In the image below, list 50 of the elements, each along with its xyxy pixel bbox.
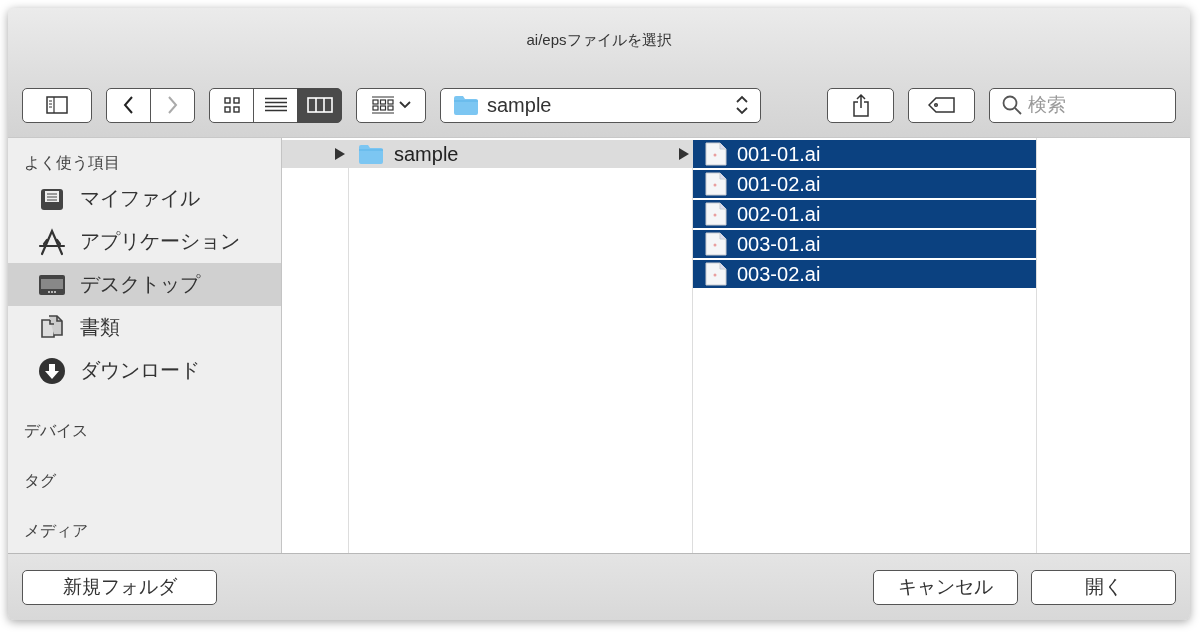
cancel-button[interactable]: キャンセル (873, 569, 1018, 605)
tag-button[interactable] (908, 87, 975, 123)
search-icon (1002, 95, 1022, 115)
share-button[interactable] (827, 87, 894, 123)
folder-icon (453, 95, 479, 115)
file-row[interactable]: 003-02.ai (693, 260, 1036, 288)
columns-view-button[interactable] (297, 87, 342, 123)
chevron-down-icon (399, 101, 411, 109)
sidebar-section-header: デバイス (23, 421, 89, 441)
sidebar-section-header: よく使う項目 (23, 153, 121, 173)
arrange-button[interactable] (356, 87, 426, 123)
file-row[interactable]: 002-01.ai (693, 200, 1036, 228)
updown-chevron-icon (736, 94, 748, 116)
folder-icon (358, 144, 384, 164)
file-row[interactable]: 001-02.ai (693, 170, 1036, 198)
arrange-icon (371, 96, 395, 114)
document-icon (705, 202, 727, 226)
download-icon (38, 356, 66, 385)
pencil-ruler-icon (38, 227, 66, 256)
file-row[interactable]: 003-01.ai (693, 230, 1036, 258)
back-button[interactable] (106, 87, 151, 123)
display-icon (38, 272, 66, 297)
sidebar-item[interactable]: 書類 (8, 306, 281, 349)
file-row[interactable]: 001-01.ai (693, 140, 1036, 168)
document-icon (705, 262, 727, 286)
tag-icon (927, 97, 956, 113)
sidebar-toggle-button[interactable] (22, 87, 92, 123)
triangle-icon (679, 148, 689, 160)
sidebar-item[interactable]: デスクトップ (8, 263, 281, 306)
folder-row[interactable]: sample (282, 140, 693, 168)
open-button[interactable]: 開く (1031, 569, 1176, 605)
document-icon (705, 172, 727, 196)
sidebar-item[interactable]: マイファイル (8, 177, 281, 220)
sidebar-icon (46, 96, 68, 114)
window-title: ai/epsファイルを選択 (526, 31, 672, 50)
sidebar-item[interactable]: アプリケーション (8, 220, 281, 263)
location-popup[interactable]: sample (440, 87, 761, 123)
document-icon (705, 142, 727, 166)
sidebar-section-header: タグ (23, 471, 57, 491)
sidebar-item[interactable]: ダウンロード (8, 349, 281, 392)
share-icon (851, 93, 870, 117)
list-icon (263, 97, 288, 113)
columns-icon (306, 97, 333, 113)
icons-view-button[interactable] (209, 87, 254, 123)
new-folder-button[interactable]: 新規フォルダ (22, 569, 217, 605)
list-view-button[interactable] (253, 87, 298, 123)
sidebar-section-header: メディア (23, 521, 89, 541)
grid-icon (223, 97, 240, 113)
triangle-icon (335, 148, 345, 160)
document-icon (705, 232, 727, 256)
